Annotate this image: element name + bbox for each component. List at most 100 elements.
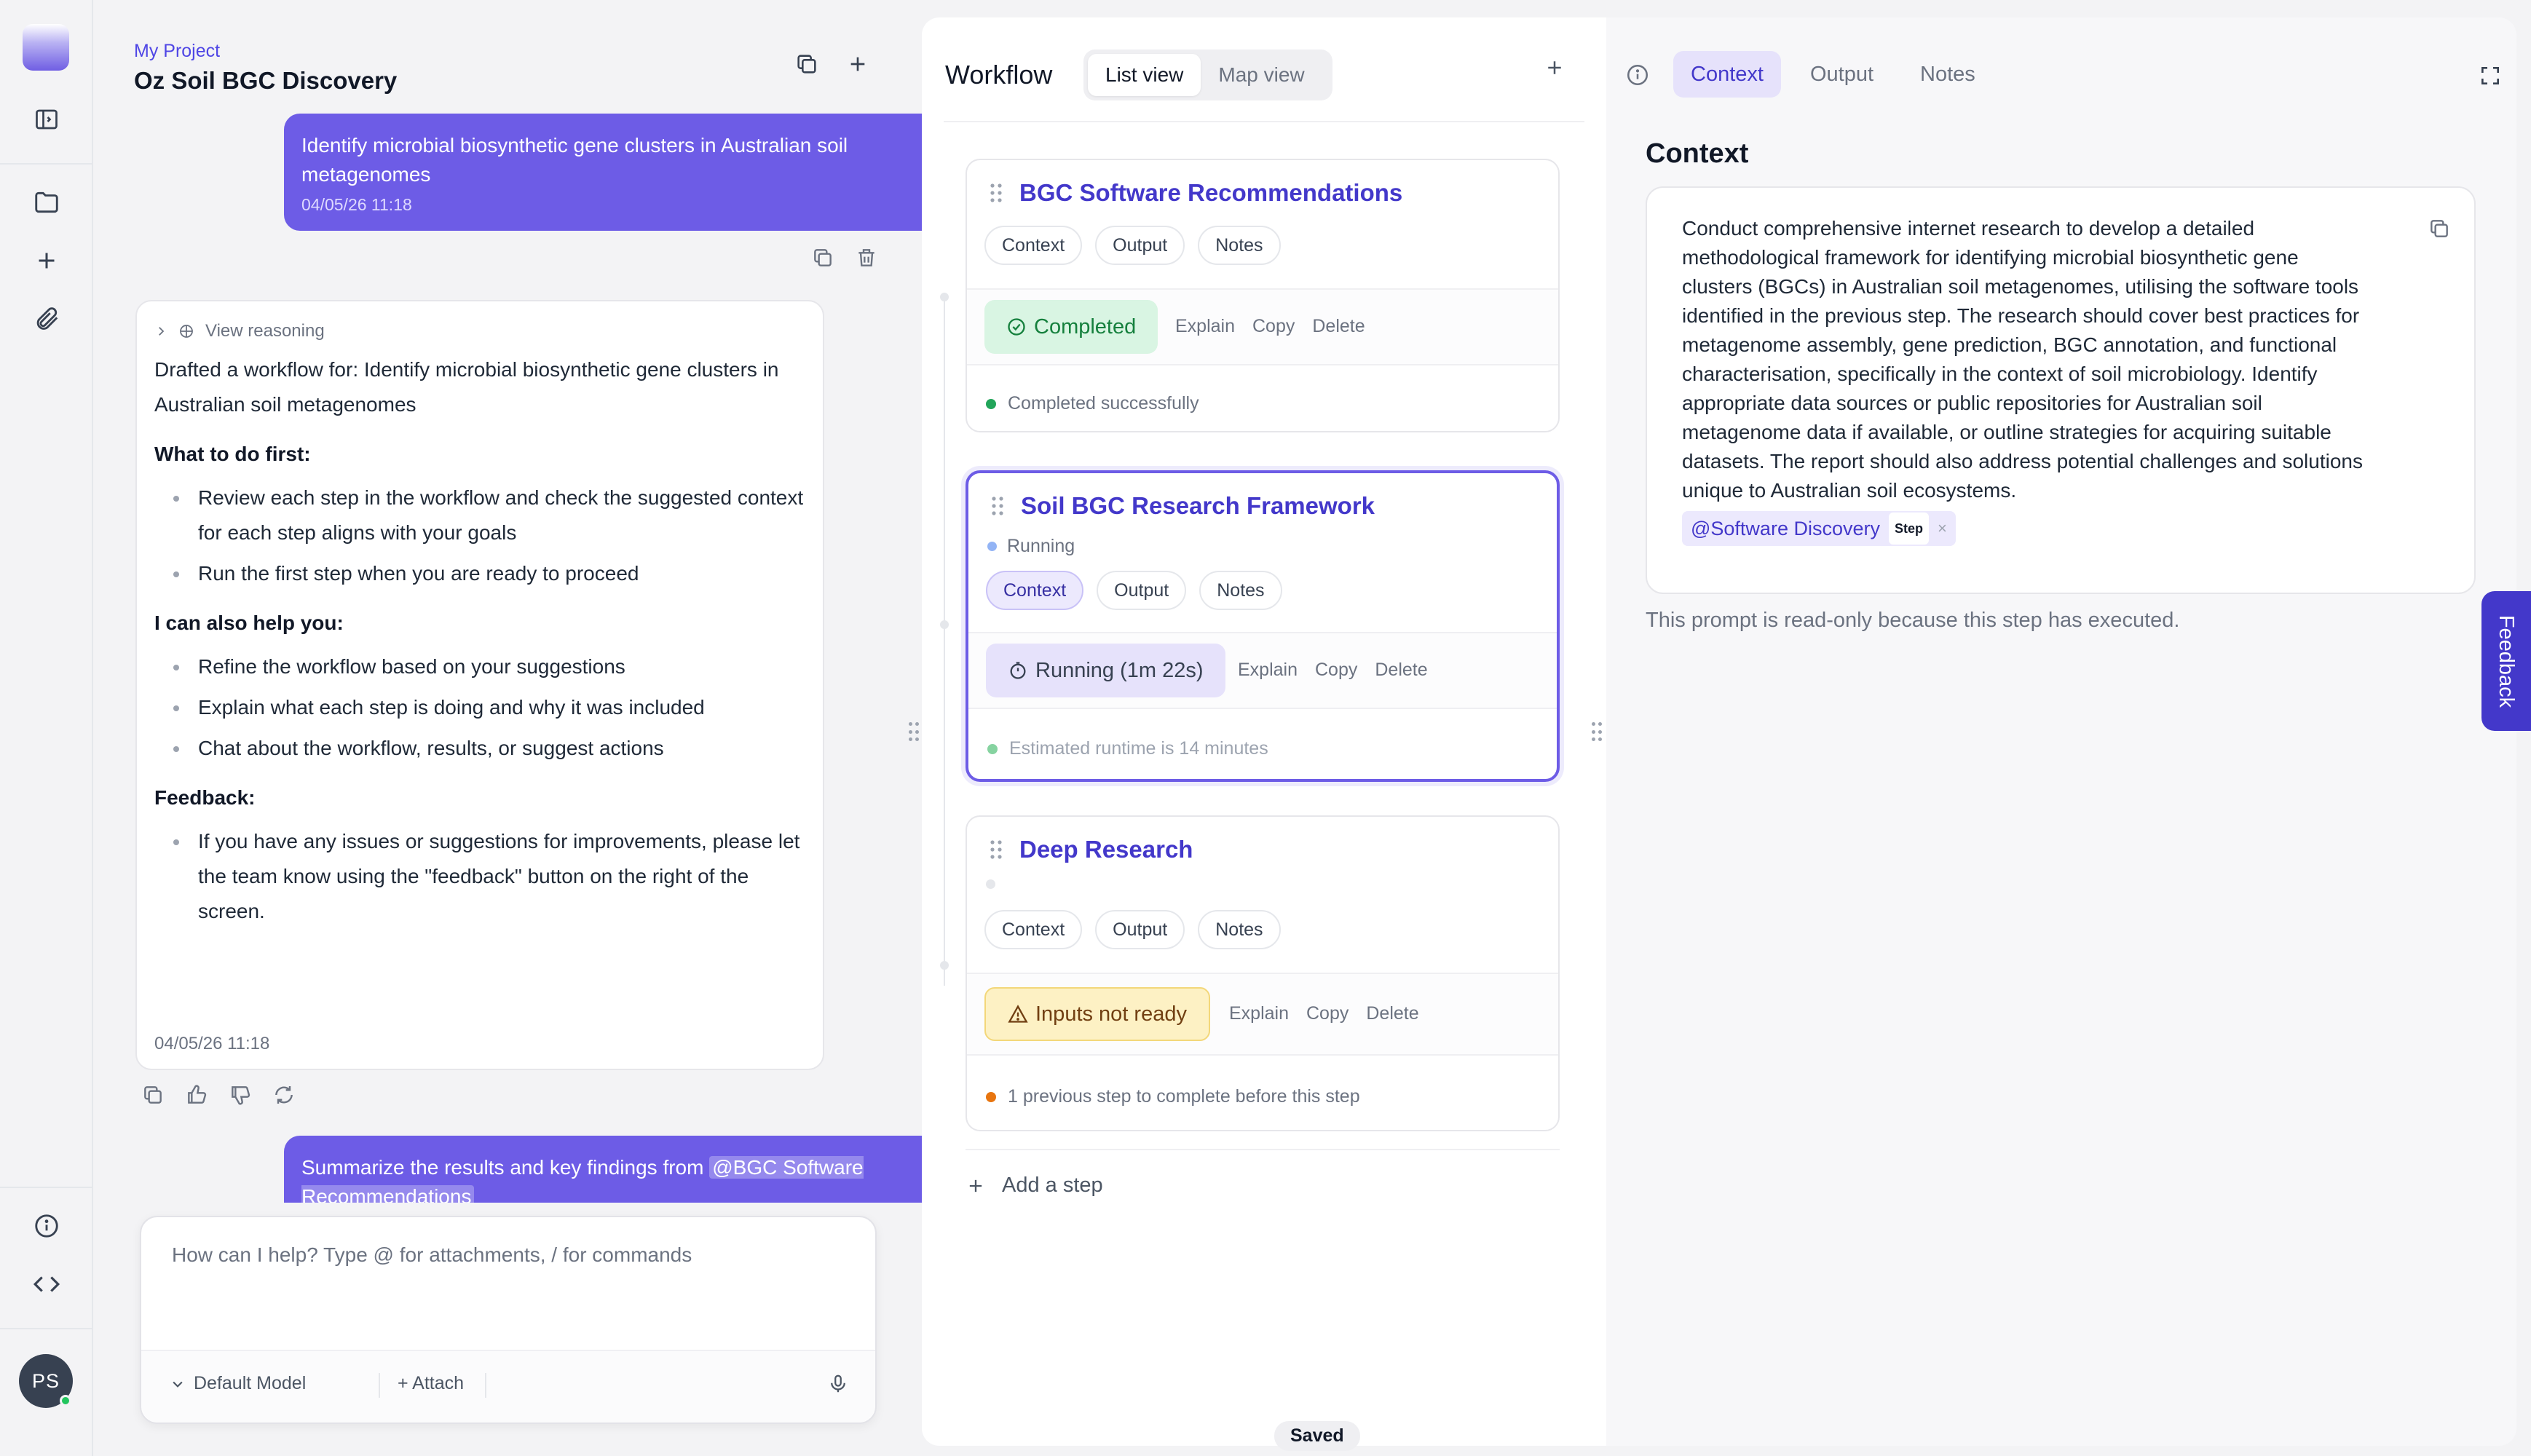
- explain-button[interactable]: Explain: [1238, 660, 1298, 681]
- workflow-step-card[interactable]: Deep Research Context Output Notes Input…: [966, 815, 1560, 1131]
- step-title[interactable]: Soil BGC Research Framework: [1021, 492, 1375, 520]
- expand-icon[interactable]: [2479, 64, 2502, 87]
- model-selector[interactable]: Default Model: [170, 1373, 306, 1394]
- panel-resize-handle[interactable]: [909, 722, 920, 743]
- regenerate-icon[interactable]: [271, 1082, 297, 1108]
- warning-icon: [1008, 1005, 1028, 1023]
- delete-button[interactable]: Delete: [1375, 660, 1427, 681]
- readonly-note: This prompt is read-only because this st…: [1646, 609, 2180, 632]
- step-chip-output[interactable]: Output: [1095, 226, 1185, 265]
- step-chip-context[interactable]: Context: [984, 226, 1083, 265]
- trash-icon[interactable]: [853, 245, 880, 271]
- composer-toolbar: Default Model + Attach: [141, 1350, 875, 1423]
- step-chip-output[interactable]: Output: [1095, 910, 1185, 949]
- list-item: If you have any issues or suggestions fo…: [173, 824, 805, 929]
- attach-button[interactable]: + Attach: [398, 1373, 464, 1394]
- step-chip-context[interactable]: Context: [986, 571, 1084, 610]
- list-item: Run the first step when you are ready to…: [173, 556, 805, 591]
- new-chat-plus-icon[interactable]: [840, 47, 875, 82]
- copy-icon[interactable]: [140, 1082, 166, 1108]
- step-chip-notes[interactable]: Notes: [1198, 910, 1281, 949]
- assistant-intro: Drafted a workflow for: Identify microbi…: [154, 358, 779, 416]
- drag-handle-icon[interactable]: [989, 182, 1003, 204]
- step-chip-output[interactable]: Output: [1097, 571, 1187, 610]
- copy-icon[interactable]: [810, 245, 836, 271]
- app-logo[interactable]: [23, 24, 69, 71]
- step-footer: Estimated runtime is 14 minutes: [987, 738, 1268, 759]
- step-chip-context[interactable]: Context: [984, 910, 1083, 949]
- microphone-icon[interactable]: [827, 1373, 849, 1395]
- saved-indicator: Saved: [1274, 1421, 1360, 1451]
- copy-icon[interactable]: [2428, 217, 2451, 240]
- tab-map-view[interactable]: Map view: [1201, 54, 1322, 96]
- bullet-list: Review each step in the workflow and che…: [154, 480, 805, 591]
- step-tabs: Context Output Notes: [986, 571, 1282, 610]
- thumbs-up-icon[interactable]: [183, 1082, 210, 1108]
- brain-icon: [180, 325, 193, 338]
- prompt-body: Conduct comprehensive internet research …: [1682, 217, 2363, 502]
- timeline-dot: [940, 293, 949, 301]
- bullet-list: If you have any issues or suggestions fo…: [154, 824, 805, 929]
- step-actions: Explain Copy Delete: [1175, 316, 1365, 337]
- drag-handle-icon[interactable]: [989, 839, 1003, 860]
- tab-context[interactable]: Context: [1673, 51, 1781, 98]
- avatar[interactable]: PS: [19, 1354, 73, 1408]
- thumbs-down-icon[interactable]: [227, 1082, 253, 1108]
- folder-icon[interactable]: [29, 185, 64, 220]
- delete-button[interactable]: Delete: [1366, 1003, 1418, 1024]
- copy-button[interactable]: Copy: [1306, 1003, 1349, 1024]
- paperclip-icon[interactable]: [29, 301, 64, 336]
- feedback-button[interactable]: Feedback: [2481, 591, 2531, 731]
- remove-mention-icon[interactable]: ×: [1938, 514, 1947, 543]
- timer-icon: [1010, 662, 1026, 679]
- add-workflow-plus-icon[interactable]: [1544, 57, 1565, 79]
- chat-input[interactable]: [172, 1243, 827, 1316]
- add-step-button[interactable]: Add a step: [966, 1174, 1103, 1198]
- step-mention[interactable]: @Software Discovery Step ×: [1682, 511, 1956, 546]
- workflow-step-card[interactable]: BGC Software Recommendations Context Out…: [966, 159, 1560, 432]
- step-footer: Completed successfully: [986, 393, 1199, 414]
- check-circle-icon: [1008, 318, 1025, 336]
- code-icon[interactable]: [29, 1267, 64, 1302]
- tab-output[interactable]: Output: [1793, 51, 1891, 98]
- explain-button[interactable]: Explain: [1175, 316, 1235, 337]
- duplicate-icon[interactable]: [789, 47, 824, 82]
- chat-composer: Default Model + Attach: [140, 1216, 877, 1424]
- status-dot: [986, 879, 995, 889]
- view-switcher: List view Map view: [1083, 50, 1332, 100]
- status-badge[interactable]: Inputs not ready: [984, 987, 1210, 1041]
- workflow-step-card[interactable]: Soil BGC Research Framework Running Cont…: [966, 470, 1560, 782]
- add-step-label: Add a step: [1002, 1174, 1103, 1197]
- plus-icon: [969, 1179, 982, 1192]
- view-reasoning-toggle[interactable]: View reasoning: [154, 317, 805, 345]
- tab-list-view[interactable]: List view: [1088, 54, 1201, 96]
- step-chip-notes[interactable]: Notes: [1199, 571, 1282, 610]
- status-badge[interactable]: Completed: [984, 300, 1158, 354]
- chevron-down-icon: [173, 1381, 183, 1388]
- list-item: Explain what each step is doing and why …: [173, 690, 805, 725]
- info-icon[interactable]: [29, 1208, 64, 1243]
- step-footer: 1 previous step to complete before this …: [986, 1086, 1360, 1107]
- step-title[interactable]: Deep Research: [1019, 836, 1193, 863]
- step-chip-notes[interactable]: Notes: [1198, 226, 1281, 265]
- panel-resize-handle[interactable]: [1592, 722, 1603, 743]
- step-status-row: Inputs not ready Explain Copy Delete: [967, 973, 1558, 1056]
- breadcrumb[interactable]: My Project: [134, 41, 220, 62]
- step-sub-status: [986, 879, 995, 889]
- toolbar-divider: [379, 1373, 380, 1398]
- section-heading: I can also help you:: [154, 612, 344, 634]
- status-badge[interactable]: Running (1m 22s): [986, 644, 1225, 697]
- bullet-list: Refine the workflow based on your sugges…: [154, 649, 805, 766]
- sidebar-toggle-icon[interactable]: [29, 102, 64, 137]
- tab-notes[interactable]: Notes: [1903, 51, 1993, 98]
- step-title[interactable]: BGC Software Recommendations: [1019, 179, 1402, 207]
- plus-icon[interactable]: [29, 243, 64, 278]
- drag-handle-icon[interactable]: [990, 495, 1005, 517]
- rail-divider: [0, 1187, 93, 1188]
- copy-button[interactable]: Copy: [1252, 316, 1295, 337]
- copy-button[interactable]: Copy: [1315, 660, 1357, 681]
- explain-button[interactable]: Explain: [1229, 1003, 1289, 1024]
- delete-button[interactable]: Delete: [1312, 316, 1365, 337]
- context-panel: Context Output Notes Context Conduct com…: [1606, 17, 2516, 1446]
- info-icon[interactable]: [1625, 63, 1650, 87]
